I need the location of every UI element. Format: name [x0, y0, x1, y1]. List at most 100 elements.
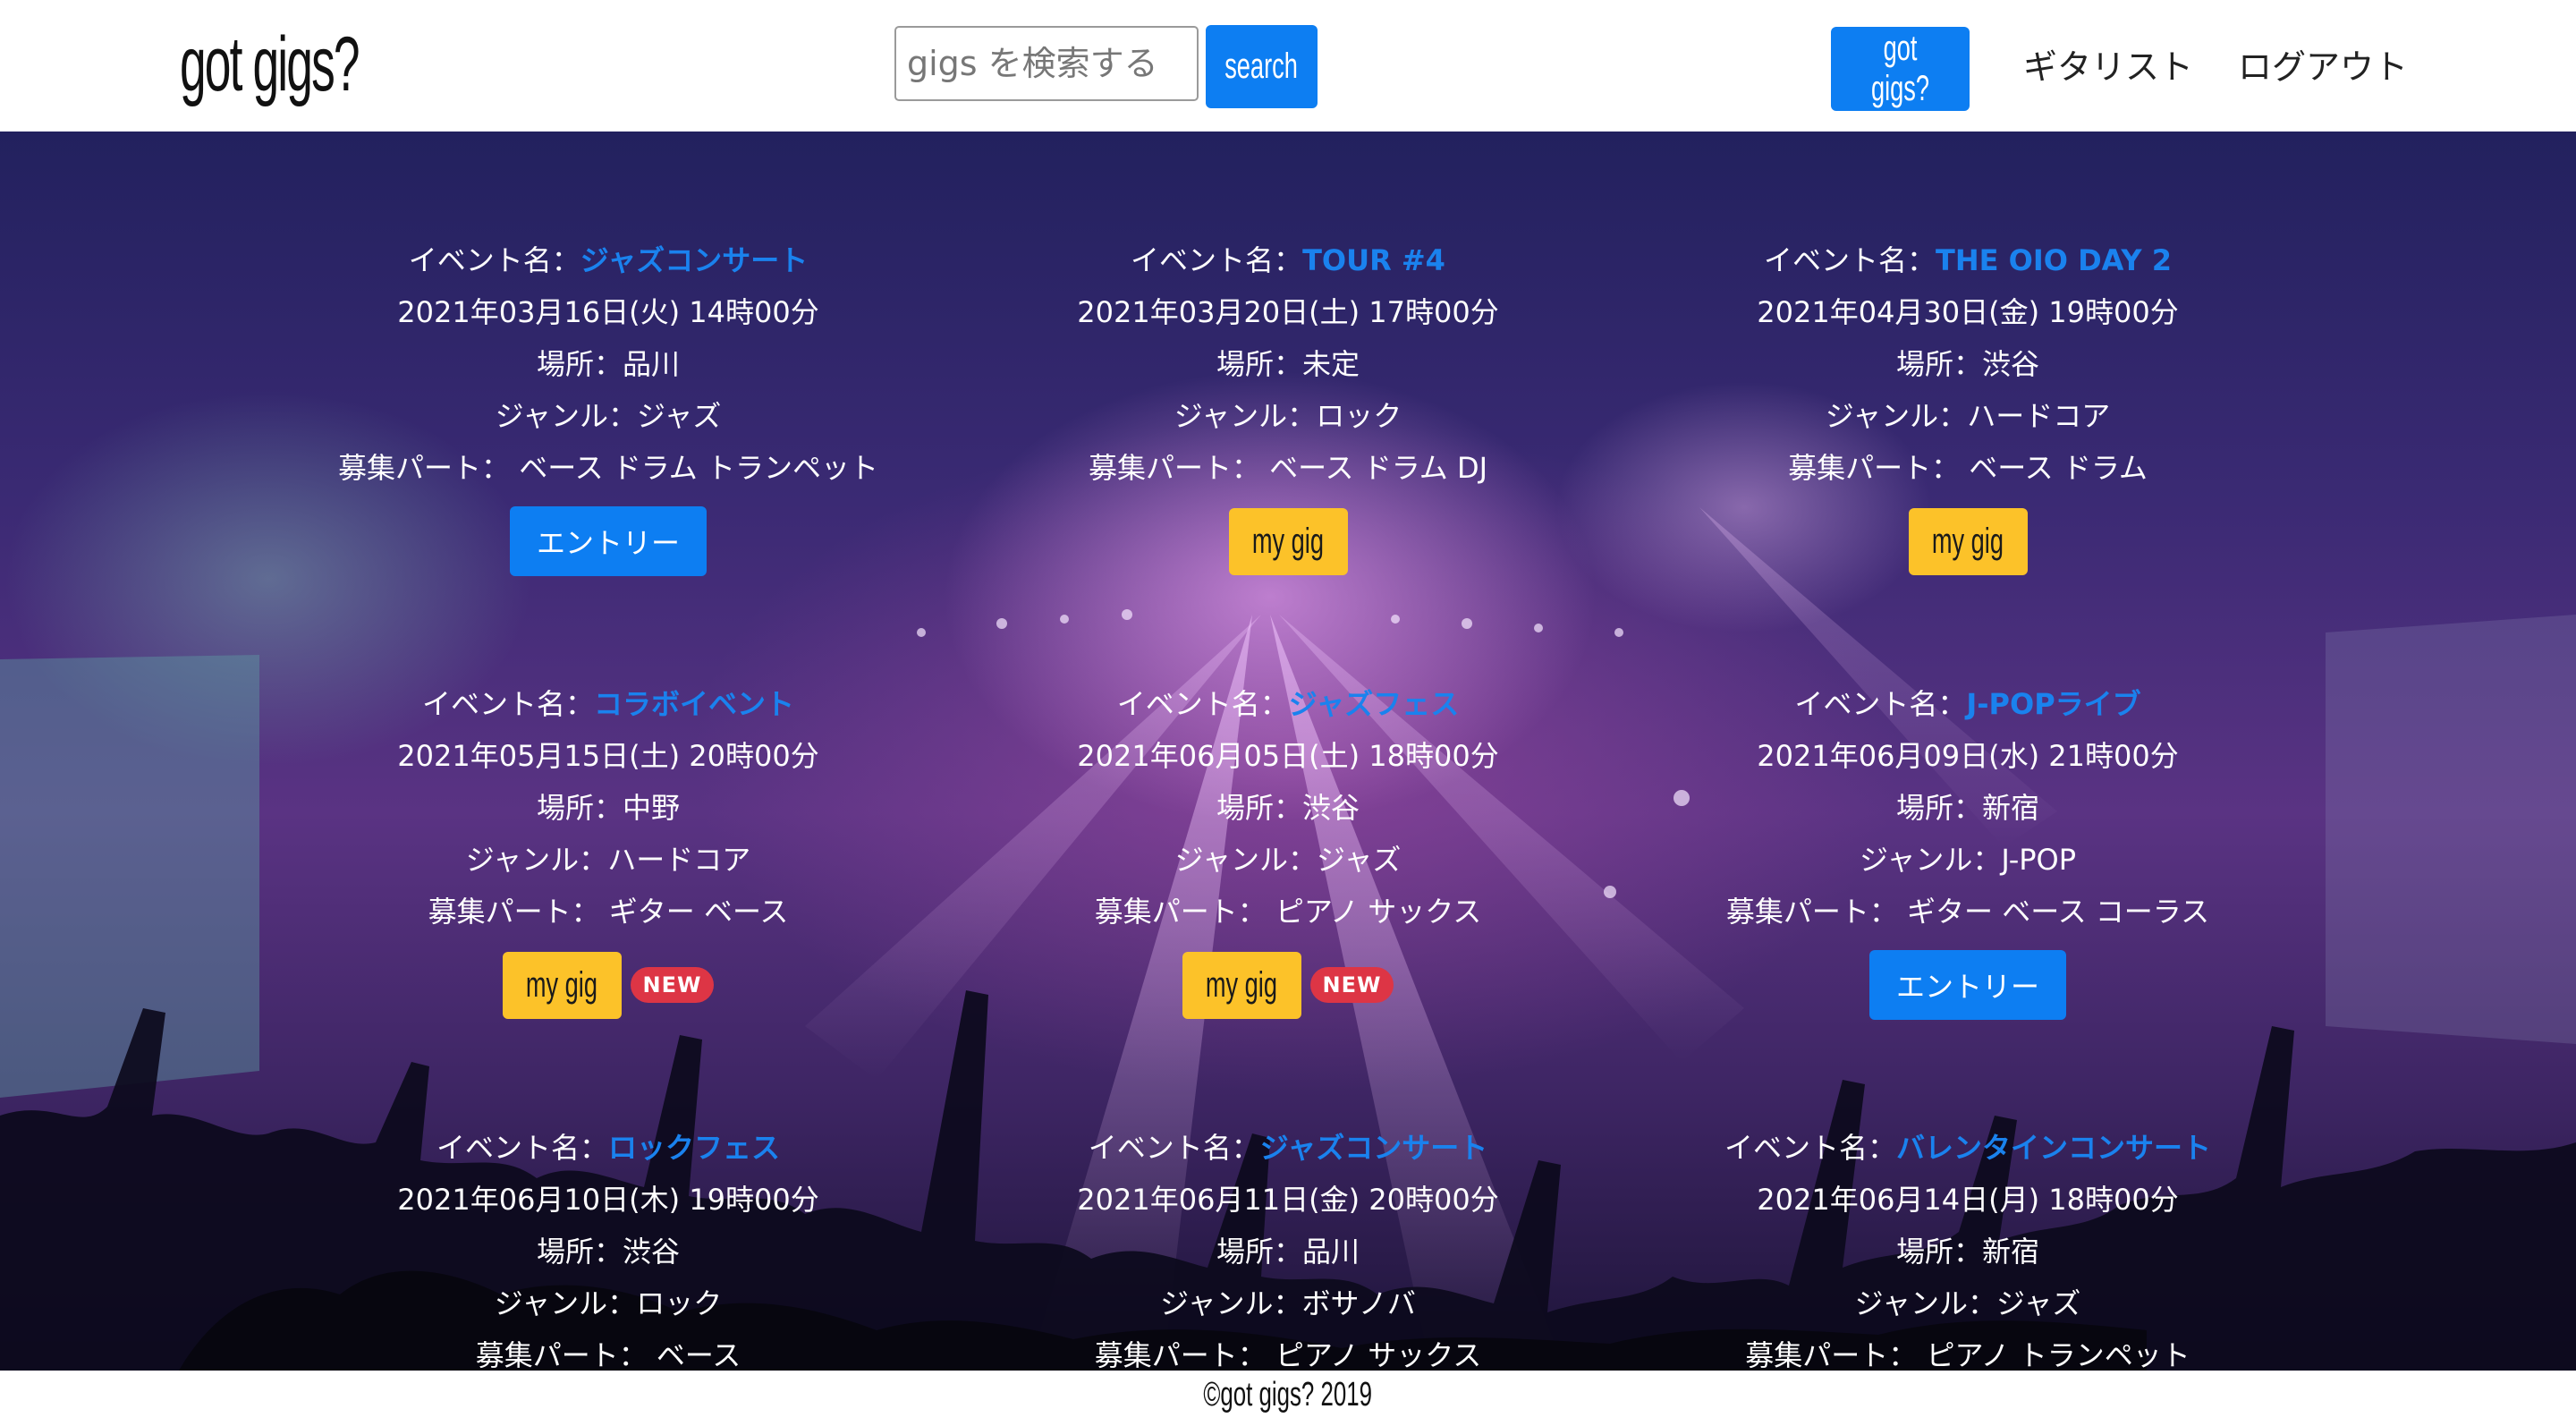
event-genre: ジャズ — [1317, 843, 1402, 877]
event-datetime: 2021年06月10日(木) 19時00分 — [397, 1183, 819, 1217]
event-actions: エントリー — [268, 506, 948, 576]
genre-label: ジャンル： — [1859, 843, 2002, 877]
event-card: イベント名：バレンタインコンサート 2021年06月14日(月) 18時00分 … — [1628, 1122, 2308, 1371]
event-card: イベント名：ジャズコンサート 2021年03月16日(火) 14時00分 場所：… — [268, 234, 948, 576]
event-genre-row: ジャンル：ジャズ — [1628, 1277, 2308, 1329]
event-place-row: 場所：中野 — [268, 782, 948, 834]
genre-label: ジャンル： — [494, 1286, 637, 1320]
event-place-row: 場所：品川 — [268, 338, 948, 390]
event-name-row: イベント名：ロックフェス — [268, 1122, 948, 1174]
entry-button[interactable]: エントリー — [509, 506, 707, 576]
parts-label: 募集パート： — [1094, 1338, 1267, 1371]
event-card: イベント名：ロックフェス 2021年06月10日(木) 19時00分 場所：渋谷… — [268, 1122, 948, 1371]
event-place-row: 場所：未定 — [948, 338, 1628, 390]
parts-label: 募集パート： — [1094, 895, 1267, 929]
parts-label: 募集パート： — [1725, 895, 1898, 929]
event-name-label: イベント名： — [1088, 1131, 1260, 1165]
event-place-row: 場所：渋谷 — [948, 782, 1628, 834]
event-parts-row: 募集パート： ピアノ サックス — [948, 886, 1628, 938]
event-place: 渋谷 — [1302, 791, 1360, 825]
event-datetime: 2021年06月05日(土) 18時00分 — [1077, 739, 1499, 773]
event-parts: ベース ドラム トランペット — [519, 451, 878, 485]
event-parts-row: 募集パート： ギター ベース — [268, 886, 948, 938]
place-label: 場所： — [536, 791, 623, 825]
event-place: 中野 — [623, 791, 681, 825]
event-genre: J-POP — [2001, 843, 2077, 877]
search-input[interactable] — [894, 26, 1199, 101]
event-parts-row: 募集パート： ギター ベース コーラス — [1628, 886, 2308, 938]
my-gig-button[interactable]: my gig — [1182, 951, 1301, 1019]
event-genre-row: ジャンル：ボサノバ — [948, 1277, 1628, 1329]
event-parts-row: 募集パート： ベース — [268, 1329, 948, 1371]
event-card: イベント名：TOUR #4 2021年03月20日(土) 17時00分 場所：未… — [948, 234, 1628, 576]
event-datetime: 2021年06月14日(月) 18時00分 — [1757, 1183, 2179, 1217]
event-datetime: 2021年06月09日(水) 21時00分 — [1757, 739, 2179, 773]
event-genre-row: ジャンル：ロック — [268, 1277, 948, 1329]
event-place-row: 場所：渋谷 — [1628, 338, 2308, 390]
event-card: イベント名：ジャズフェス 2021年06月05日(土) 18時00分 場所：渋谷… — [948, 678, 1628, 1020]
event-link[interactable]: ジャズコンサート — [580, 243, 808, 277]
nav-link-logout[interactable]: ログアウト — [2238, 39, 2408, 89]
event-genre-row: ジャンル：ジャズ — [268, 390, 948, 442]
parts-label: 募集パート： — [475, 1338, 648, 1371]
event-parts: ピアノ トランペット — [1926, 1338, 2190, 1371]
event-datetime: 2021年05月15日(土) 20時00分 — [397, 739, 819, 773]
genre-label: ジャンル： — [1174, 843, 1317, 877]
event-datetime: 2021年03月16日(火) 14時00分 — [397, 295, 819, 329]
parts-label: 募集パート： — [1788, 451, 1961, 485]
event-link[interactable]: J-POPライブ — [1966, 687, 2140, 721]
event-place: 渋谷 — [623, 1235, 681, 1269]
event-name-row: イベント名：ジャズコンサート — [268, 234, 948, 286]
event-parts: ギター ベース コーラス — [1907, 895, 2210, 929]
event-genre: ロック — [1316, 399, 1402, 433]
event-link[interactable]: バレンタインコンサート — [1896, 1131, 2211, 1165]
event-actions: my gig — [1628, 506, 2308, 576]
event-name-label: イベント名： — [436, 1131, 608, 1165]
event-place-row: 場所：新宿 — [1628, 1226, 2308, 1277]
entry-button[interactable]: エントリー — [1868, 950, 2066, 1020]
my-gig-button[interactable]: my gig — [1228, 507, 1348, 575]
brand-logo[interactable]: got gigs? — [180, 20, 360, 109]
event-parts-row: 募集パート： ベース ドラム DJ — [948, 442, 1628, 494]
event-genre: ロック — [636, 1286, 723, 1320]
event-link[interactable]: THE OIO DAY 2 — [1936, 243, 2172, 277]
event-place: 渋谷 — [1982, 347, 2040, 381]
genre-label: ジャンル： — [1160, 1286, 1302, 1320]
event-genre-row: ジャンル：J-POP — [1628, 834, 2308, 886]
parts-label: 募集パート： — [1088, 451, 1260, 485]
event-genre: ジャズ — [637, 399, 722, 433]
event-link[interactable]: ロックフェス — [608, 1131, 780, 1165]
parts-label: 募集パート： — [338, 451, 511, 485]
navbar: got gigs? search got gigs? ギタリスト ログアウト — [0, 0, 2576, 132]
my-gig-button[interactable]: my gig — [502, 951, 622, 1019]
event-name-label: イベント名： — [1131, 243, 1303, 277]
got-gigs-nav-button[interactable]: got gigs? — [1831, 27, 1970, 111]
event-name-row: イベント名：バレンタインコンサート — [1628, 1122, 2308, 1174]
event-parts: ベース — [656, 1338, 741, 1371]
event-link[interactable]: TOUR #4 — [1302, 243, 1445, 277]
event-link[interactable]: コラボイベント — [594, 687, 794, 721]
event-name-label: イベント名： — [408, 243, 580, 277]
place-label: 場所： — [1216, 347, 1302, 381]
event-parts-row: 募集パート： ピアノ トランペット — [1628, 1329, 2308, 1371]
event-place: 品川 — [1302, 1235, 1360, 1269]
event-name-row: イベント名：THE OIO DAY 2 — [1628, 234, 2308, 286]
event-place-row: 場所：新宿 — [1628, 782, 2308, 834]
event-genre-row: ジャンル：ジャズ — [948, 834, 1628, 886]
event-place: 未定 — [1302, 347, 1360, 381]
footer: ©got gigs? 2019 — [0, 1371, 2576, 1426]
search-button[interactable]: search — [1206, 25, 1318, 108]
place-label: 場所： — [536, 347, 623, 381]
nav-link-guitarist[interactable]: ギタリスト — [2023, 39, 2193, 89]
place-label: 場所： — [1216, 791, 1302, 825]
event-actions: エントリー — [1628, 950, 2308, 1020]
event-parts-row: 募集パート： ピアノ サックス — [948, 1329, 1628, 1371]
event-genre: ジャズ — [1996, 1286, 2081, 1320]
hero-background: イベント名：ジャズコンサート 2021年03月16日(火) 14時00分 場所：… — [0, 132, 2576, 1371]
event-link[interactable]: ジャズコンサート — [1260, 1131, 1487, 1165]
my-gig-button[interactable]: my gig — [1908, 507, 2028, 575]
event-card: イベント名：THE OIO DAY 2 2021年04月30日(金) 19時00… — [1628, 234, 2308, 576]
event-place-row: 場所：品川 — [948, 1226, 1628, 1277]
event-name-label: イベント名： — [421, 687, 594, 721]
event-link[interactable]: ジャズフェス — [1289, 687, 1459, 721]
